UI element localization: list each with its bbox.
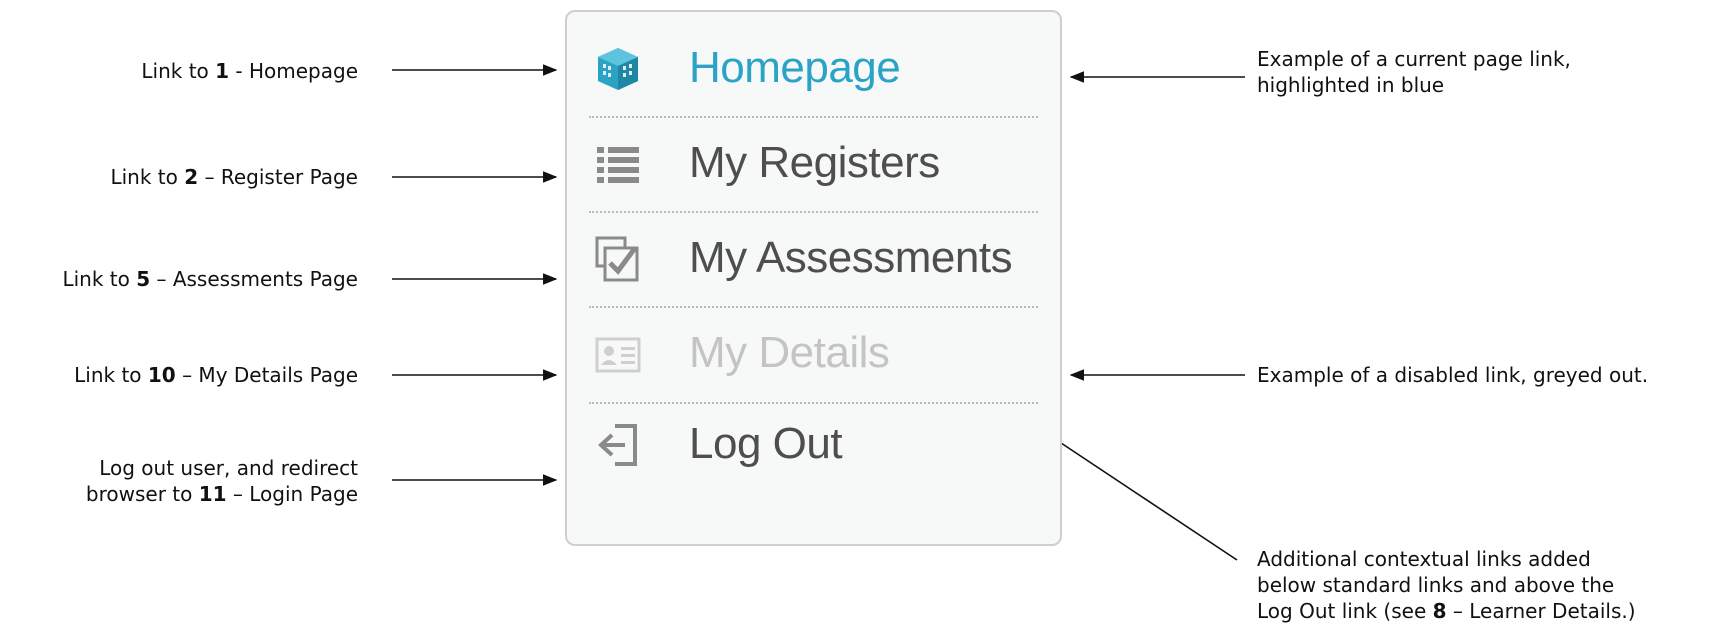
annotation-assessments-link: Link to 5 – Assessments Page	[62, 266, 358, 292]
menu-item-label: My Details	[689, 328, 890, 377]
menu-divider	[589, 211, 1038, 213]
annotation-text: Example of a disabled link, greyed out.	[1257, 363, 1649, 387]
annotation-logout-link: Log out user, and redirect browser to 11…	[86, 455, 358, 507]
annotation-text: Link to	[141, 59, 216, 83]
menu-divider	[589, 402, 1038, 404]
annotation-page-number: 5	[136, 267, 151, 291]
annotation-page-number: 10	[147, 363, 176, 387]
menu-item-homepage[interactable]: Homepage	[567, 39, 1060, 99]
annotation-disabled-link-example: Example of a disabled link, greyed out.	[1257, 362, 1648, 388]
menu-item-details: My Details	[567, 324, 1060, 384]
annotation-page-number: 11	[198, 482, 227, 506]
annotation-homepage-link: Link to 1 - Homepage	[141, 58, 358, 84]
list-icon	[595, 141, 641, 187]
menu-divider	[589, 306, 1038, 308]
annotation-registers-link: Link to 2 – Register Page	[110, 164, 358, 190]
menu-item-label: Homepage	[689, 43, 901, 92]
homepage-building-icon	[595, 46, 641, 92]
menu-item-label: My Assessments	[689, 233, 1013, 282]
annotation-page-number: 8	[1432, 599, 1447, 623]
annotation-text: Link to	[74, 363, 148, 387]
annotation-text: Log Out link (see	[1257, 599, 1433, 623]
logout-icon	[595, 422, 641, 468]
menu-item-label: My Registers	[689, 138, 940, 187]
annotation-text: – Learner Details.)	[1446, 599, 1636, 623]
menu-item-registers[interactable]: My Registers	[567, 134, 1060, 194]
annotation-text: highlighted in blue	[1257, 73, 1445, 97]
annotation-text: below standard links and above the	[1257, 573, 1615, 597]
annotation-text: Link to	[110, 165, 185, 189]
annotation-text: Link to	[62, 267, 137, 291]
annotation-text: – Register Page	[198, 165, 359, 189]
annotation-text: browser to	[85, 482, 199, 506]
annotation-text: - Homepage	[229, 59, 358, 83]
annotation-text: – Login Page	[226, 482, 358, 506]
menu-item-logout[interactable]: Log Out	[567, 415, 1060, 475]
annotation-page-number: 1	[215, 59, 230, 83]
menu-item-label: Log Out	[689, 419, 843, 468]
annotation-text: Additional contextual links added	[1257, 547, 1591, 571]
annotation-text: Example of a current page link,	[1257, 47, 1571, 71]
checkbox-icon	[595, 236, 641, 282]
id-card-icon	[595, 331, 641, 377]
annotation-text: Log out user, and redirect	[99, 456, 358, 480]
annotation-current-link-example: Example of a current page link, highligh…	[1257, 46, 1571, 98]
annotation-text: – Assessments Page	[150, 267, 358, 291]
annotation-contextual-links: Additional contextual links added below …	[1257, 546, 1636, 624]
menu-divider	[589, 116, 1038, 118]
annotation-page-number: 2	[184, 165, 199, 189]
annotation-details-link: Link to 10 – My Details Page	[74, 362, 358, 388]
menu-item-assessments[interactable]: My Assessments	[567, 229, 1060, 289]
annotation-text: – My Details Page	[175, 363, 358, 387]
side-menu: Homepage My Registers My Assessments My …	[565, 10, 1062, 546]
